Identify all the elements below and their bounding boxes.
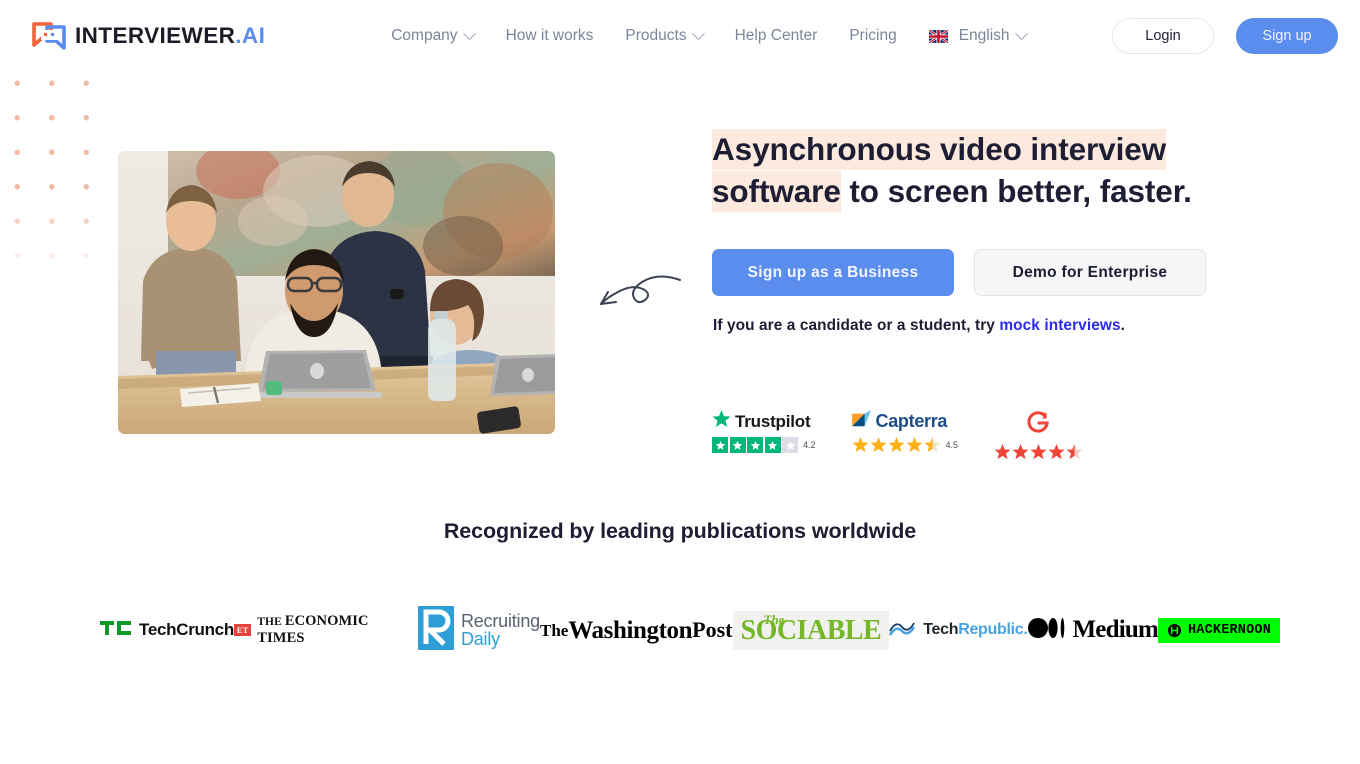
star-icon: [1030, 444, 1047, 460]
nav-label-products: Products: [625, 27, 687, 44]
nav-item-company[interactable]: Company: [375, 19, 489, 53]
recruiting-daily-logo-icon: [417, 605, 454, 655]
publication-logo-washington-post[interactable]: The Washington Post: [540, 618, 733, 643]
publications-logo-row: TechCrunch ET THE ECONOMIC TIMES Recruit…: [100, 590, 1280, 670]
g2-badge[interactable]: 2: [994, 410, 1083, 460]
headline-highlight-line1: Asynchronous video interview: [712, 129, 1166, 170]
signup-button[interactable]: Sign up: [1236, 18, 1338, 54]
techrepublic-name: TechRepublic.: [923, 621, 1028, 638]
site-header: INTERVIEWER.AI Company How it works Prod…: [0, 0, 1360, 72]
trustpilot-score: 4.2: [803, 440, 816, 450]
login-button[interactable]: Login: [1112, 18, 1214, 54]
nav-item-language-selector[interactable]: English: [913, 19, 1042, 53]
trustpilot-rating-squares: [712, 437, 798, 453]
logo[interactable]: INTERVIEWER.AI: [32, 21, 265, 51]
nav-label-how-it-works: How it works: [505, 27, 594, 44]
logo-text: INTERVIEWER.AI: [75, 23, 266, 48]
capterra-arrow-icon: [851, 410, 872, 433]
publication-logo-recruiting-daily[interactable]: Recruiting Daily: [417, 605, 540, 655]
signup-as-business-button[interactable]: Sign up as a Business: [712, 249, 954, 296]
hackernoon-name: HACKERNOON: [1187, 622, 1271, 638]
capterra-badge[interactable]: Capterra 4.5: [851, 410, 959, 453]
candidate-note-period: .: [1120, 317, 1125, 334]
decorative-dot-grid: [0, 58, 118, 286]
half-star-icon: [1066, 444, 1083, 460]
nav-label-pricing: Pricing: [849, 27, 897, 44]
trustpilot-badge[interactable]: Trustpilot 4.2: [712, 410, 816, 453]
publication-logo-techcrunch[interactable]: TechCrunch: [100, 620, 234, 640]
publication-logo-medium[interactable]: Medium: [1027, 616, 1159, 644]
chevron-down-icon: [691, 26, 705, 40]
trustpilot-name: Trustpilot: [735, 411, 811, 431]
nav-label-company: Company: [391, 27, 458, 44]
hero-text-block: Asynchronous video interview software to …: [712, 128, 1232, 212]
rating-square: [712, 437, 728, 453]
publication-logo-techrepublic[interactable]: TechRepublic.: [889, 618, 1028, 643]
half-star-icon: [924, 437, 941, 453]
publications-heading: Recognized by leading publications world…: [443, 519, 917, 543]
nav-item-help-center[interactable]: Help Center: [719, 19, 834, 53]
chat-bubbles-icon: [32, 21, 66, 51]
economic-times-logo-icon: ET: [233, 623, 252, 637]
demo-for-enterprise-button[interactable]: Demo for Enterprise: [974, 249, 1206, 296]
hero-cta-row: Sign up as a Business Demo for Enterpris…: [712, 249, 1206, 296]
g2-rating-stars: [994, 444, 1083, 460]
headline-rest: to screen better, faster.: [840, 173, 1192, 209]
capterra-rating-stars: [852, 437, 941, 453]
rating-square: [747, 437, 763, 453]
star-icon: [906, 437, 923, 453]
nav-item-pricing[interactable]: Pricing: [833, 19, 912, 53]
chevron-down-icon: [1014, 26, 1028, 40]
publication-logo-hackernoon[interactable]: HACKERNOON: [1157, 617, 1280, 643]
mock-interviews-link[interactable]: mock interviews: [999, 317, 1120, 334]
star-icon: [994, 444, 1011, 460]
hackernoon-logo-icon: HACKERNOON: [1157, 617, 1280, 643]
sociable-name: SOCIABLE: [740, 614, 882, 646]
headline-highlight-line2: software: [712, 171, 841, 212]
svg-text:2: 2: [1042, 411, 1047, 421]
sociable-logo-icon: The SOCIABLE: [732, 610, 890, 650]
techcrunch-logo-icon: [100, 620, 131, 640]
candidate-note: If you are a candidate or a student, try…: [713, 317, 1125, 335]
rating-square-empty: [782, 437, 798, 453]
techcrunch-name: TechCrunch: [139, 620, 234, 639]
publication-logo-economic-times[interactable]: ET THE ECONOMIC TIMES: [233, 613, 418, 647]
star-icon: [888, 437, 905, 453]
chevron-down-icon: [462, 26, 476, 40]
sociable-the: The: [763, 611, 785, 627]
hackernoon-mark-icon: [1167, 623, 1182, 637]
wp-line-2: Washington: [568, 616, 693, 644]
nav-label-english: English: [958, 27, 1010, 44]
rating-square: [729, 437, 746, 453]
header-actions: Login Sign up: [1112, 18, 1338, 54]
publication-logo-sociable[interactable]: The SOCIABLE: [732, 610, 890, 650]
star-icon: [870, 437, 887, 453]
main-navigation: Company How it works Products Help Cente…: [375, 19, 1041, 53]
review-badges: Trustpilot 4.2 Capterra 4.5 2: [712, 410, 1083, 460]
landing-page: INTERVIEWER.AI Company How it works Prod…: [0, 0, 1360, 764]
capterra-score: 4.5: [945, 440, 959, 450]
nav-item-how-it-works[interactable]: How it works: [490, 19, 610, 53]
medium-name: Medium: [1072, 616, 1159, 643]
economic-times-name: THE ECONOMIC TIMES: [257, 613, 369, 646]
rating-square: [764, 437, 781, 453]
curly-arrow-left-icon: [592, 264, 684, 316]
trustpilot-star-icon: [712, 410, 731, 433]
medium-logo-icon: [1027, 617, 1066, 643]
g2-logo-icon: 2: [1026, 410, 1051, 440]
nav-item-products[interactable]: Products: [609, 19, 718, 53]
hero-image: [118, 151, 555, 434]
capterra-name: Capterra: [875, 411, 948, 431]
techrepublic-logo-icon: [889, 618, 916, 643]
star-icon: [1012, 444, 1029, 460]
recruiting-daily-name: Recruiting Daily: [460, 610, 540, 649]
candidate-note-text: If you are a candidate or a student, try: [713, 317, 1000, 334]
nav-label-help-center: Help Center: [734, 27, 818, 44]
star-icon: [852, 437, 869, 453]
wp-line-3: Post: [692, 617, 733, 642]
wp-line-1: The: [539, 620, 569, 640]
uk-flag-icon: [928, 29, 948, 43]
page-title: Asynchronous video interview software to …: [712, 128, 1232, 212]
star-icon: [1048, 444, 1065, 460]
